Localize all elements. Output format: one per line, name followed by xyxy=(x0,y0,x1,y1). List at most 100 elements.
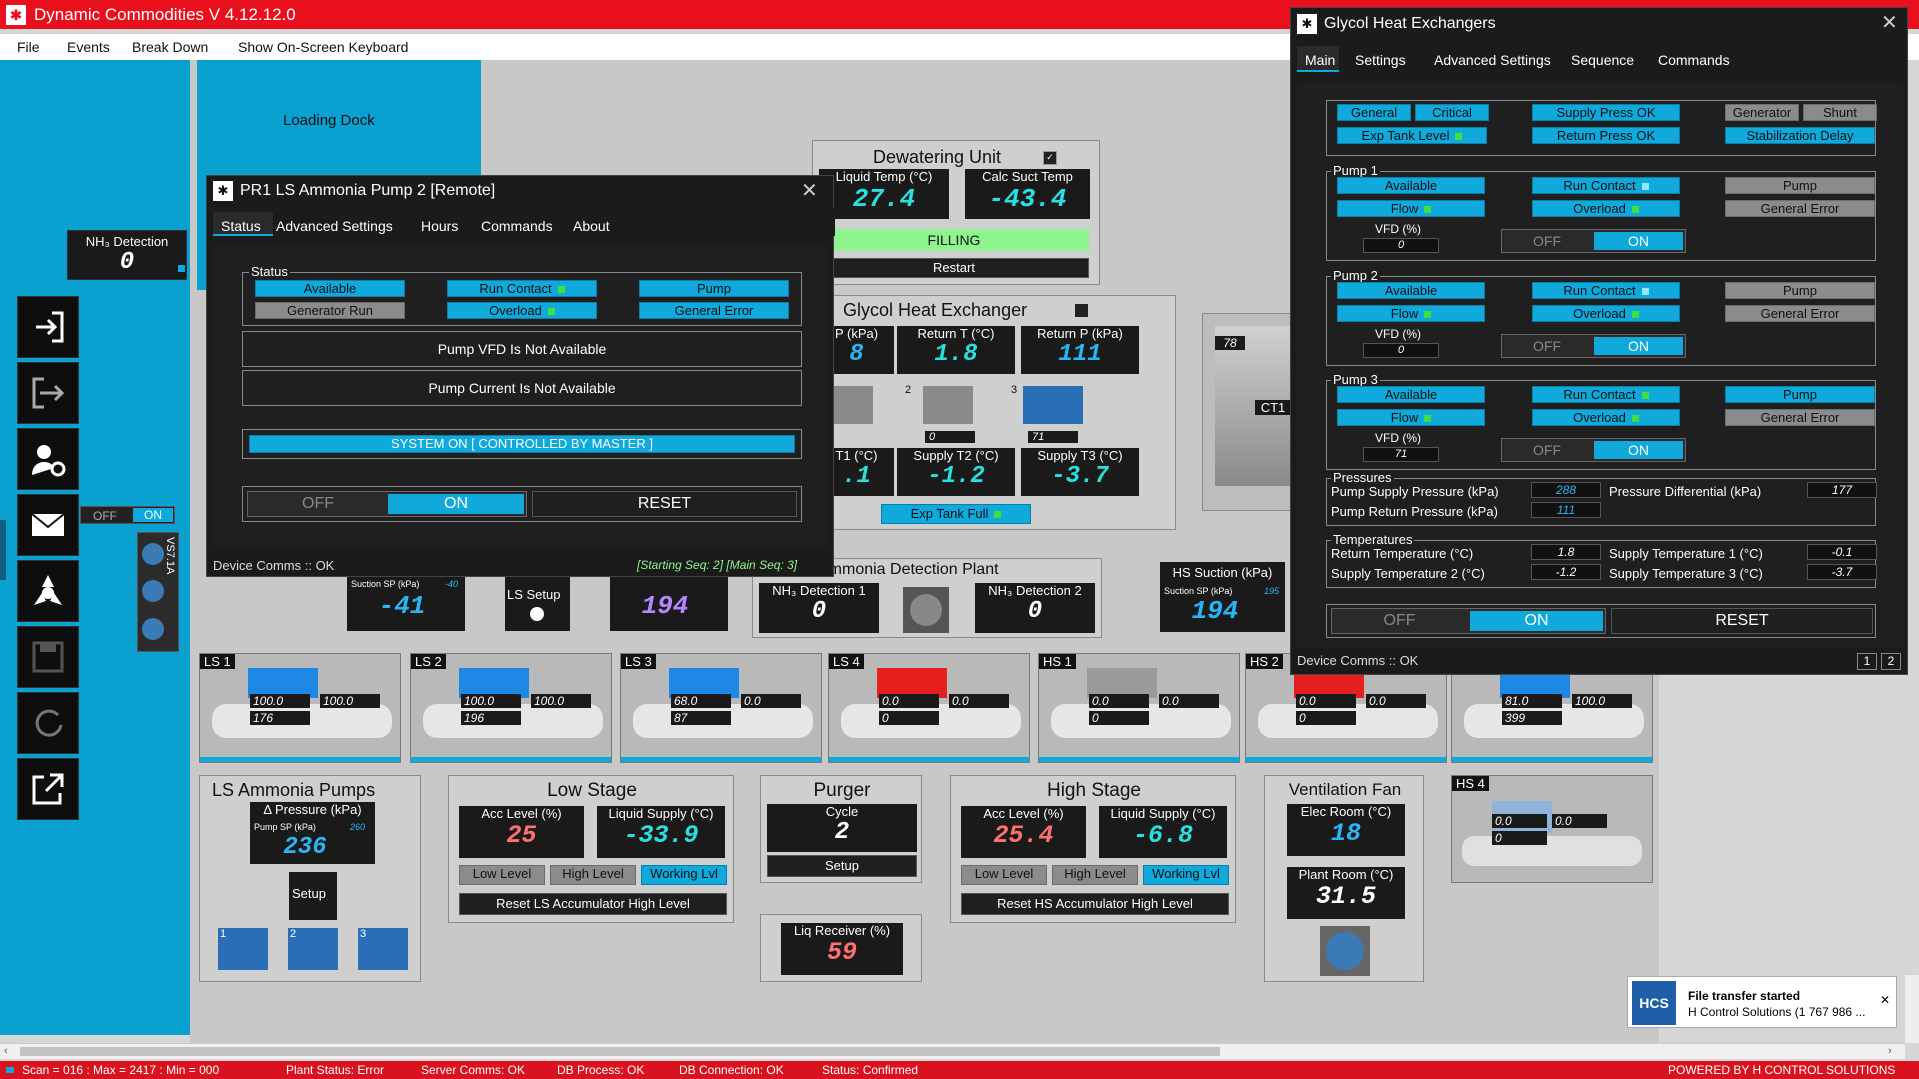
compressor-amps-value: 196 xyxy=(461,711,521,725)
vertical-scrollbar[interactable] xyxy=(1905,975,1919,1043)
menu-file[interactable]: File xyxy=(17,39,40,55)
available-indicator: Available xyxy=(255,280,405,297)
plant-room-widget: Plant Room (°C) 31.5 xyxy=(1287,867,1405,919)
compressor-progress-bar xyxy=(411,757,611,762)
exp-tank-level-label: Exp Tank Level xyxy=(1361,128,1450,143)
tab-settings[interactable]: Settings xyxy=(1355,52,1406,68)
overload-label: Overload xyxy=(1573,410,1626,425)
ls-liquid-supply-widget: Liquid Supply (°C) -33.9 xyxy=(597,806,725,858)
logout-button[interactable] xyxy=(17,362,79,424)
glycol-pump-2-pct: 0 xyxy=(925,431,975,443)
compressor-unit[interactable]: LS 4 0.0 0.0 0 xyxy=(828,653,1030,763)
compressor-unit[interactable]: LS 1 100.0 100.0 176 xyxy=(199,653,401,763)
side-onoff-toggle[interactable]: OFF ON xyxy=(80,506,175,524)
purger-setup-button[interactable]: Setup xyxy=(767,855,917,877)
restart-button[interactable]: Restart xyxy=(819,258,1089,278)
compressor-hs4[interactable]: HS 4 0.0 0.0 0 xyxy=(1451,775,1653,883)
status-dot-icon xyxy=(1424,311,1432,319)
ls-pumps-setup-button[interactable]: Setup xyxy=(289,872,337,920)
db-connection-status: DB Connection: OK xyxy=(679,1063,784,1077)
compressor-unit[interactable]: LS 3 68.0 0.0 87 xyxy=(620,653,822,763)
pump-available-indicator: Available xyxy=(1337,282,1485,299)
reset-hs-accumulator-button[interactable]: Reset HS Accumulator High Level xyxy=(961,893,1229,915)
pump-onoff-toggle[interactable]: OFF ON xyxy=(247,491,527,517)
mail-icon xyxy=(31,513,65,536)
menu-events[interactable]: Events xyxy=(67,39,110,55)
nh3-detection-2-widget: NH₃ Detection 20 xyxy=(975,583,1095,633)
status-dot-icon xyxy=(1631,206,1639,214)
dewatering-title: Dewatering Unit xyxy=(873,147,1002,167)
ls-pump-1[interactable]: 1 xyxy=(218,928,268,970)
pump-onoff-toggle[interactable]: OFF ON xyxy=(1501,438,1686,462)
close-icon[interactable]: ✕ xyxy=(1880,993,1890,1007)
hs-suction-sp-label: Suction SP (kPa) xyxy=(1164,586,1233,596)
pump-pump-indicator: Pump xyxy=(1725,282,1875,299)
pump-onoff-toggle[interactable]: OFF ON xyxy=(1501,334,1686,358)
tab-advanced-settings[interactable]: Advanced Settings xyxy=(276,218,393,234)
status-dot-icon xyxy=(547,308,555,316)
scrollbar-thumb[interactable] xyxy=(20,1047,1220,1056)
glycol-onoff-toggle[interactable]: OFF ON xyxy=(1331,608,1606,634)
dewatering-status: FILLING xyxy=(819,229,1089,251)
tab-sequence[interactable]: Sequence xyxy=(1571,52,1634,68)
compressor-b-value: 0.0 xyxy=(741,694,801,708)
floppy-disk-icon xyxy=(32,641,64,673)
ls-pump-2[interactable]: 2 xyxy=(288,928,338,970)
messages-button[interactable] xyxy=(17,494,79,556)
compressor-b-value: 0.0 xyxy=(949,694,1009,708)
tab-commands[interactable]: Commands xyxy=(1658,52,1730,68)
user-settings-button[interactable] xyxy=(17,428,79,490)
tab-advanced-settings[interactable]: Advanced Settings xyxy=(1434,52,1551,68)
vfd-value: 0 xyxy=(1363,343,1439,358)
page-1-button[interactable]: 1 xyxy=(1857,653,1877,670)
external-link-icon xyxy=(32,773,64,805)
pressures-label: Pressures xyxy=(1331,470,1394,485)
login-button[interactable] xyxy=(17,296,79,358)
dewatering-checkbox[interactable]: ✓ xyxy=(1043,151,1057,165)
ls-pump-1-id: 1 xyxy=(220,928,227,940)
close-icon[interactable]: ✕ xyxy=(1881,10,1898,35)
tab-about[interactable]: About xyxy=(573,218,610,234)
scan-indicator-icon xyxy=(6,1067,14,1073)
reset-ls-accumulator-button[interactable]: Reset LS Accumulator High Level xyxy=(459,893,727,915)
horizontal-scrollbar[interactable]: ‹ › xyxy=(0,1043,1905,1059)
alarms-button[interactable] xyxy=(17,560,79,622)
compressor-unit[interactable]: HS 1 0.0 0.0 0 xyxy=(1038,653,1240,763)
save-button[interactable] xyxy=(17,626,79,688)
reset-button[interactable]: RESET xyxy=(532,491,797,517)
ls-pumps-dp-label: Δ Pressure (kPa) xyxy=(263,802,362,817)
ls-suction-widget: Suction SP (kPa) -40 -41 xyxy=(347,575,465,631)
system-msg-frame: SYSTEM ON [ CONTROLLED BY MASTER ] xyxy=(242,429,802,459)
scroll-left-icon[interactable]: ‹ xyxy=(4,1045,8,1057)
ls-ammonia-pumps-panel: LS Ammonia Pumps Δ Pressure (kPa) Pump S… xyxy=(199,775,421,982)
tab-commands[interactable]: Commands xyxy=(481,218,553,234)
refresh-button[interactable] xyxy=(17,692,79,754)
elec-room-widget: Elec Room (°C) 18 xyxy=(1287,804,1405,856)
nh3-detection-value: 0 xyxy=(119,249,135,276)
pump-run-contact-indicator: Run Contact xyxy=(1532,282,1680,299)
ls-setup-button[interactable]: LS Setup xyxy=(505,575,570,631)
menu-onscreen-keyboard[interactable]: Show On-Screen Keyboard xyxy=(238,39,408,55)
pump-onoff-toggle[interactable]: OFF ON xyxy=(1501,229,1686,253)
vfd-message: Pump VFD Is Not Available xyxy=(242,331,802,367)
toggle-on-label: ON xyxy=(388,494,524,514)
side-grip[interactable] xyxy=(0,520,6,580)
menu-break-down[interactable]: Break Down xyxy=(132,39,208,55)
tab-hours[interactable]: Hours xyxy=(421,218,458,234)
cooling-tower-ct1[interactable]: 78 CT1 xyxy=(1202,313,1302,511)
return-temperature-value: 1.8 xyxy=(1531,544,1601,560)
ls-pump-3[interactable]: 3 xyxy=(358,928,408,970)
purger-title: Purger xyxy=(813,780,871,801)
status-dot-icon xyxy=(994,511,1002,519)
glycol-reset-button[interactable]: RESET xyxy=(1611,608,1873,634)
compressor-unit[interactable]: LS 2 100.0 100.0 196 xyxy=(410,653,612,763)
page-2-button[interactable]: 2 xyxy=(1881,653,1901,670)
scroll-right-icon[interactable]: › xyxy=(1888,1045,1892,1057)
close-icon[interactable]: ✕ xyxy=(801,178,818,203)
file-transfer-toast[interactable]: HCS File transfer started H Control Solu… xyxy=(1627,976,1897,1028)
compressor-progress-bar xyxy=(1452,757,1652,762)
popout-button[interactable] xyxy=(17,758,79,820)
compressor-name: LS 4 xyxy=(829,654,864,669)
critical-indicator: Critical xyxy=(1415,104,1489,121)
compressor-b-value: 0.0 xyxy=(1159,694,1219,708)
